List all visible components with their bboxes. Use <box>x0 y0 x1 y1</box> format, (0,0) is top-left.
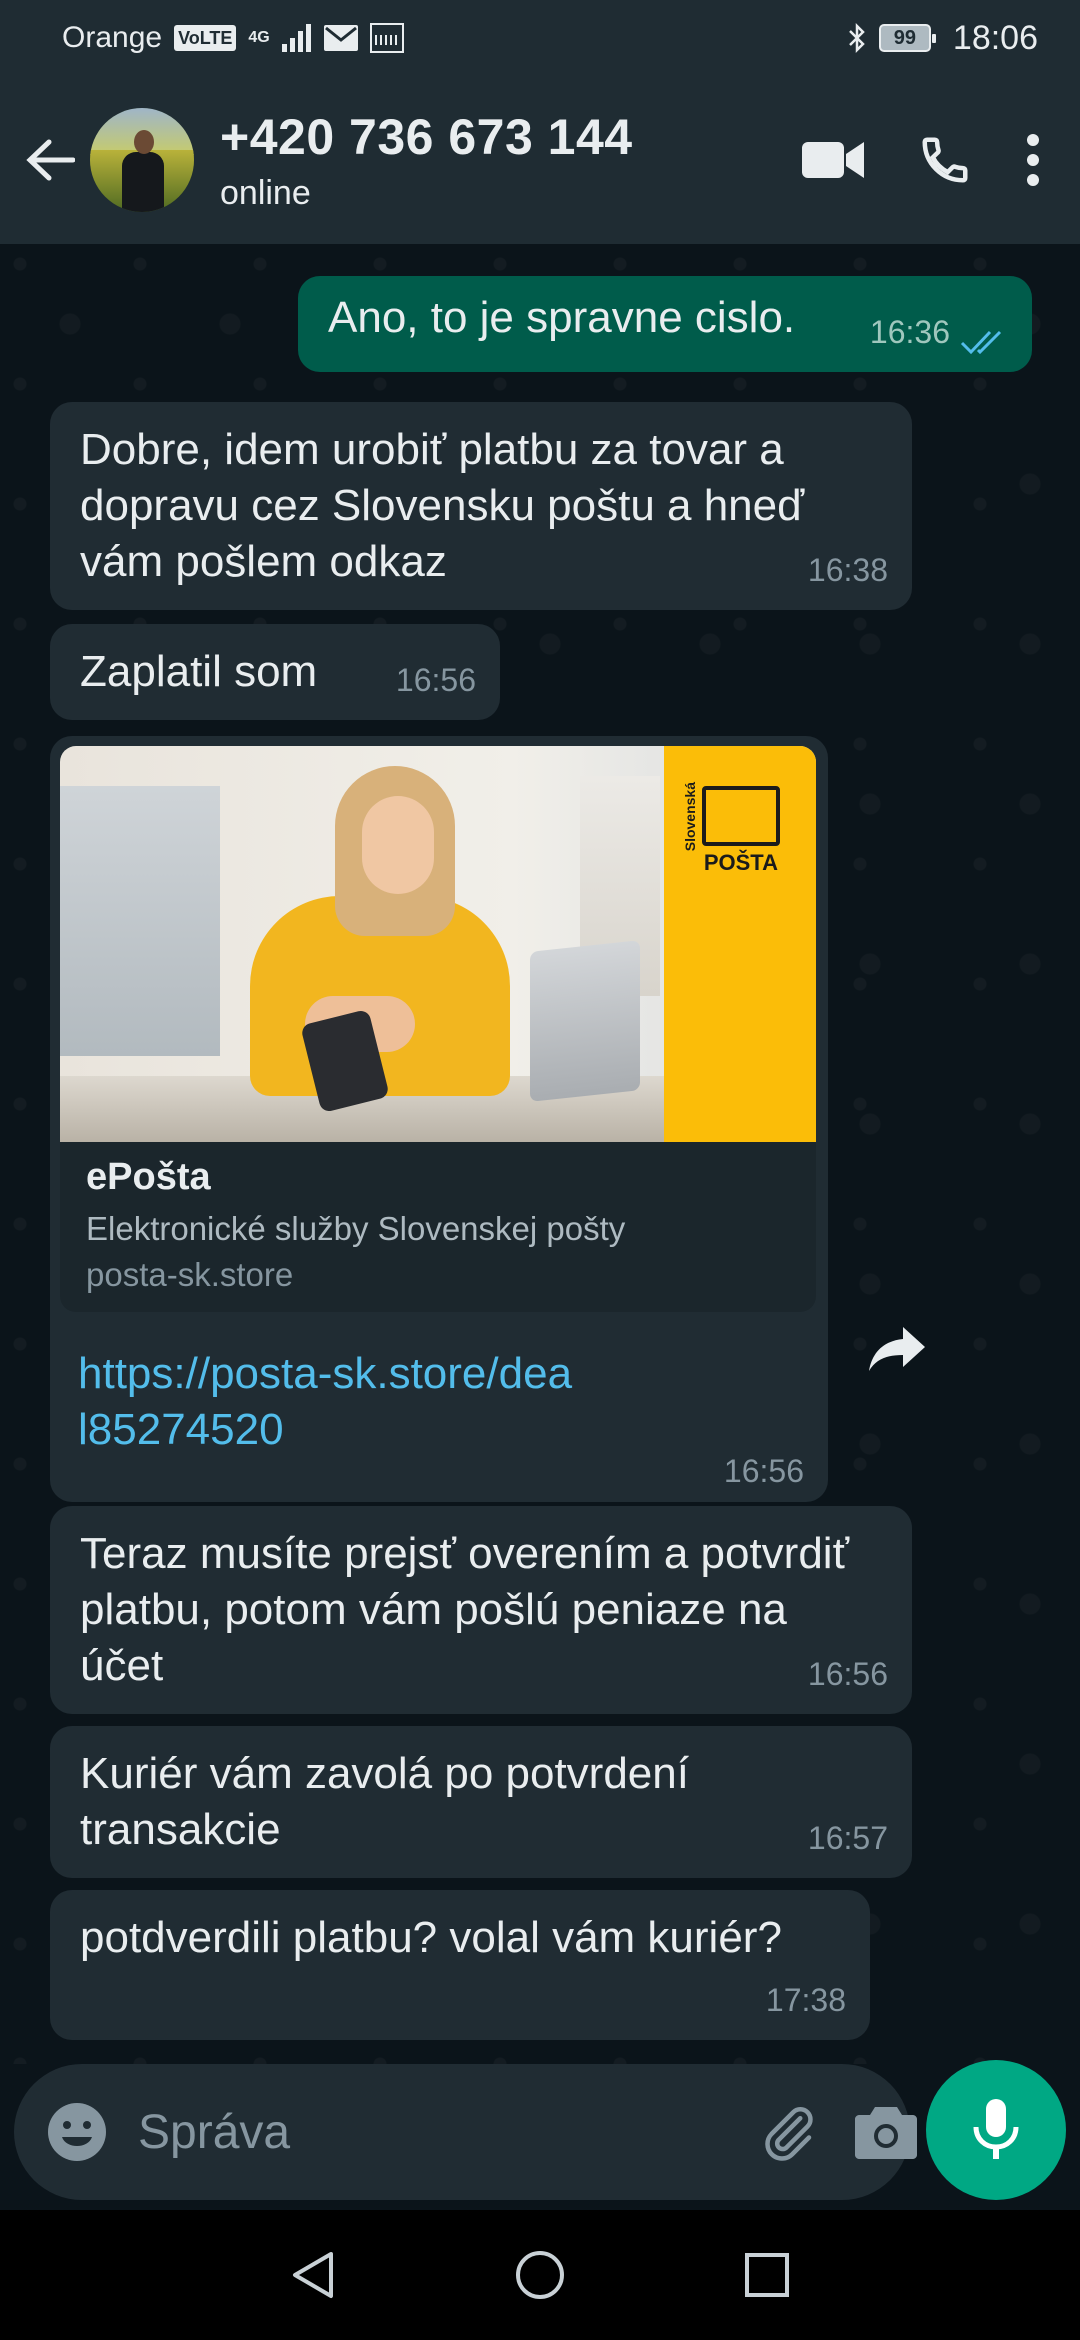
mic-icon <box>973 2099 1019 2159</box>
mail-icon <box>323 25 358 51</box>
contact-status: online <box>220 173 311 212</box>
message-time: 17:38 <box>765 1982 846 2018</box>
message-time: 16:56 <box>723 1453 804 1489</box>
link-preview-title: ePošta <box>86 1156 211 1198</box>
emoji-button[interactable] <box>46 2101 108 2163</box>
contact-info[interactable]: +420 736 673 144 online <box>220 108 802 213</box>
nav-recents-icon <box>744 2253 789 2297</box>
message-text: Ano, to je spravne cislo. <box>328 293 796 342</box>
nav-back-icon <box>293 2252 334 2298</box>
whatsapp-chat-screen: Orange VoLTE 4G 99 18:06 +420 736 673 14… <box>0 0 1080 2340</box>
system-nav-bar <box>0 2210 1080 2340</box>
posta-logo-icon <box>702 786 780 846</box>
status-right: 99 18:06 <box>847 19 1038 58</box>
voicemail-icon <box>369 23 404 53</box>
link-preview-description: Elektronické služby Slovenskej pošty <box>86 1210 626 1247</box>
camera-icon <box>855 2107 917 2159</box>
voice-call-button[interactable] <box>918 133 972 187</box>
message-time: 16:56 <box>807 1656 888 1692</box>
message-time: 16:36 <box>869 314 950 350</box>
message-bubble-incoming[interactable]: Zaplatil som 16:56 <box>50 624 500 720</box>
status-bar: Orange VoLTE 4G 99 18:06 <box>0 0 1080 76</box>
header-actions <box>802 133 1040 187</box>
contact-name: +420 736 673 144 <box>220 108 633 165</box>
video-call-button[interactable] <box>802 140 864 180</box>
forward-button[interactable] <box>852 1304 942 1394</box>
message-text: Teraz musíte prejsť overením a potvrdiť … <box>80 1529 850 1690</box>
message-time: 16:56 <box>395 662 476 698</box>
link-preview-message[interactable]: Slovenská POŠTA ePošta Elektronické služ… <box>50 736 828 1502</box>
signal-icon <box>281 24 311 52</box>
preview-person-face <box>362 796 434 894</box>
nav-home-button[interactable] <box>490 2225 590 2325</box>
posta-logo-vertical-text: Slovenská <box>682 782 698 852</box>
bluetooth-icon <box>849 22 865 54</box>
message-text: potdverdili platbu? volal vám kuriér? <box>80 1913 782 1962</box>
message-bubble-incoming[interactable]: Kuriér vám zavolá po potvrdení transakci… <box>50 1726 912 1878</box>
video-call-icon <box>802 142 864 178</box>
emoji-icon <box>48 2103 106 2161</box>
chat-header: +420 736 673 144 online <box>0 76 1080 244</box>
message-bubble-outgoing[interactable]: Ano, to je spravne cislo. 16:36 <box>298 276 1032 372</box>
back-button[interactable] <box>10 110 90 210</box>
voice-message-button[interactable] <box>926 2060 1066 2200</box>
read-receipt-icon <box>960 330 1002 355</box>
forward-icon <box>869 1327 925 1371</box>
attach-button[interactable] <box>759 2102 819 2162</box>
link-preview-image[interactable]: Slovenská POŠTA <box>60 746 816 1142</box>
back-arrow-icon <box>26 139 75 181</box>
message-link[interactable]: https://posta-sk.store/deal85274520 <box>78 1346 578 1458</box>
more-vert-icon <box>1027 134 1039 186</box>
link-preview-domain: posta-sk.store <box>86 1256 294 1293</box>
more-options-button[interactable] <box>1026 133 1040 187</box>
message-text: Zaplatil som <box>80 647 318 696</box>
message-time: 16:57 <box>807 1820 888 1856</box>
message-bubble-incoming[interactable]: Teraz musíte prejsť overením a potvrdiť … <box>50 1506 912 1714</box>
message-bubble-incoming[interactable]: Dobre, idem urobiť platbu za tovar a dop… <box>50 402 912 610</box>
message-bubble-incoming[interactable]: potdverdili platbu? volal vám kuriér? 17… <box>50 1890 870 2040</box>
status-left: Orange VoLTE 4G <box>62 21 404 55</box>
network-type: 4G <box>248 29 270 46</box>
preview-window <box>60 786 220 1056</box>
avatar-person-body <box>122 152 164 212</box>
message-composer <box>14 2064 917 2200</box>
status-time: 18:06 <box>952 18 1038 57</box>
nav-back-button[interactable] <box>263 2225 363 2325</box>
preview-laptop <box>530 940 640 1102</box>
volte-badge: VoLTE <box>174 25 237 51</box>
camera-button[interactable] <box>855 2105 917 2159</box>
battery-indicator: 99 <box>878 24 936 52</box>
carrier-label: Orange <box>62 21 163 54</box>
nav-home-icon <box>515 2251 564 2299</box>
posta-logo-word: POŠTA <box>703 850 778 875</box>
attach-icon <box>765 2107 813 2161</box>
message-text: Dobre, idem urobiť platbu za tovar a dop… <box>80 425 805 586</box>
message-input[interactable] <box>138 2104 759 2160</box>
message-time: 16:38 <box>807 552 888 588</box>
chat-area[interactable]: Ano, to je spravne cislo. 16:36 Dobre, i… <box>0 244 1080 2064</box>
avatar-person-head <box>134 130 154 154</box>
phone-icon <box>922 137 968 183</box>
message-text: Kuriér vám zavolá po potvrdení transakci… <box>80 1749 689 1854</box>
message-link-text: https://posta-sk.store/deal85274520 <box>78 1349 573 1454</box>
nav-recents-button[interactable] <box>717 2225 817 2325</box>
contact-avatar[interactable] <box>90 108 194 212</box>
